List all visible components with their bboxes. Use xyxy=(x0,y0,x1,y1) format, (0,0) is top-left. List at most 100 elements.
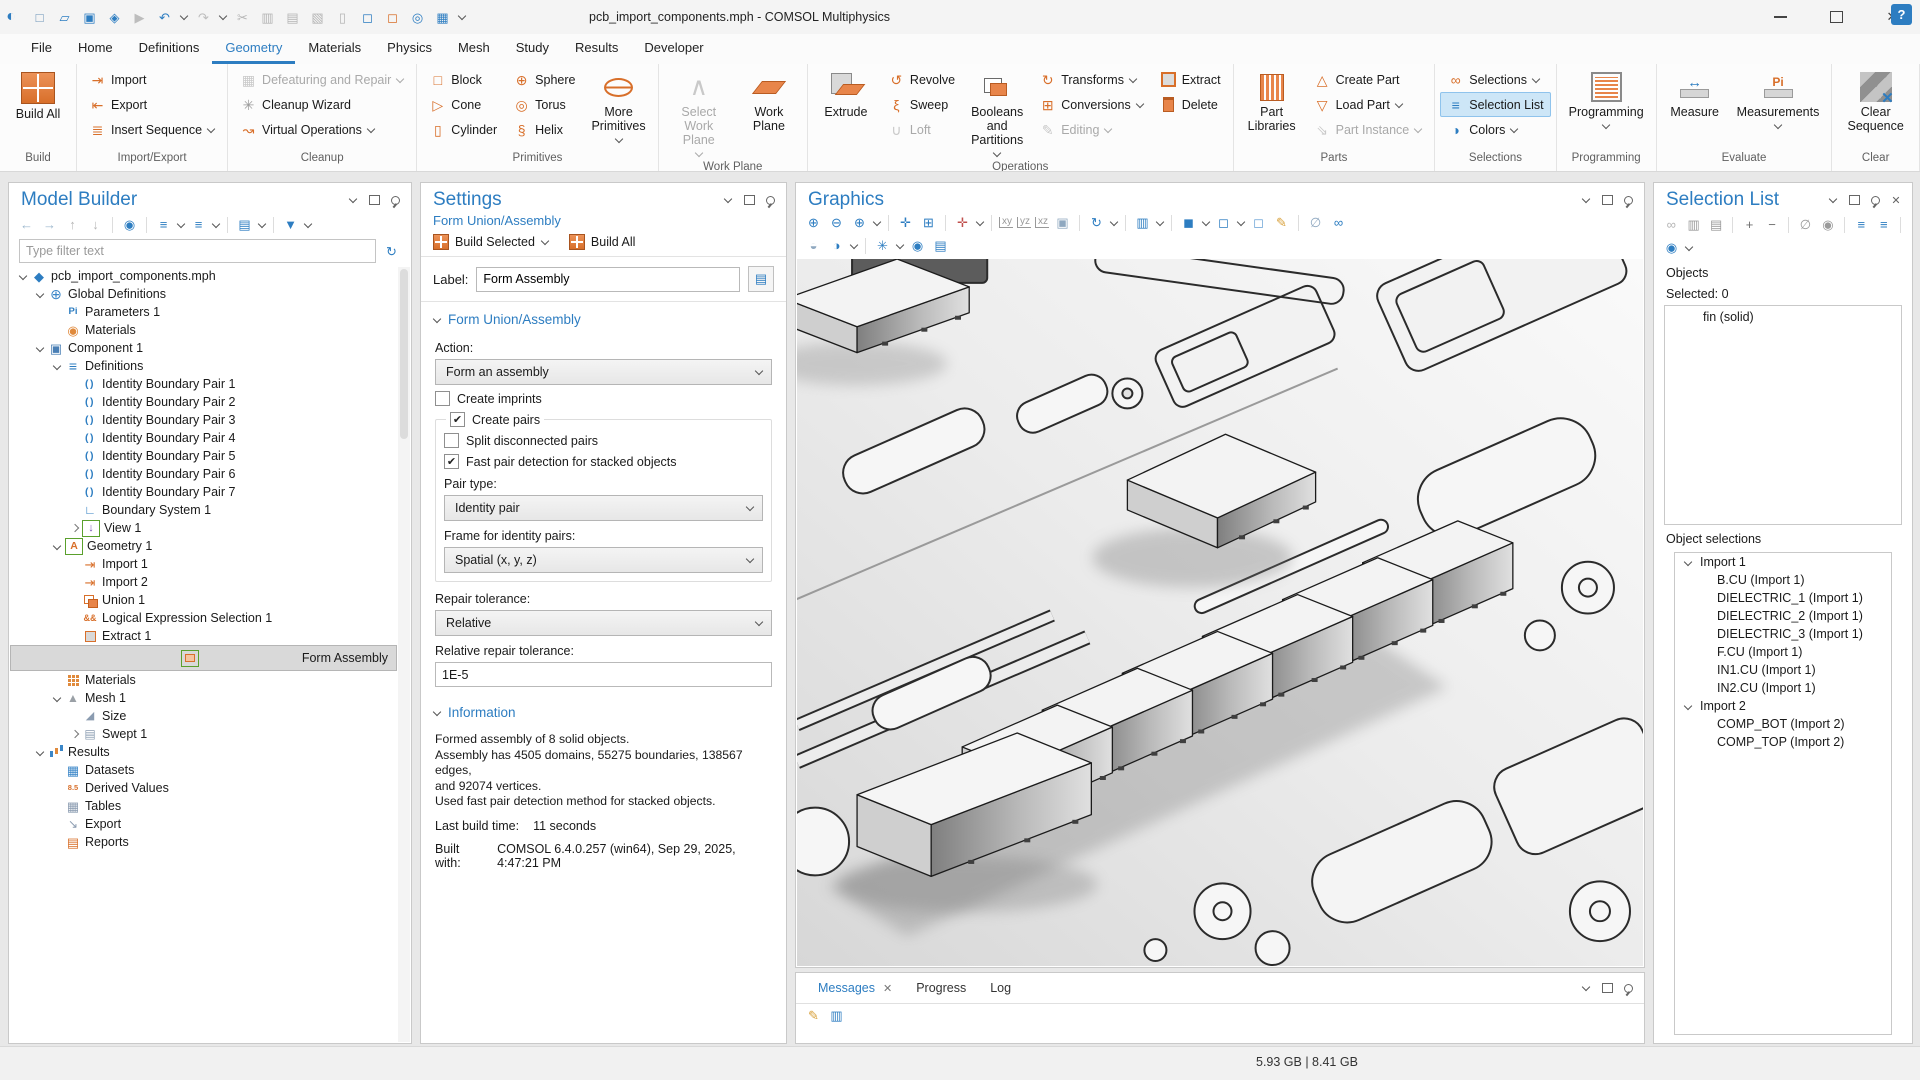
list-up-icon[interactable]: ≡ xyxy=(1852,215,1870,234)
tree-twisty-icon[interactable] xyxy=(35,343,46,354)
collapse-panel-icon[interactable] xyxy=(1580,194,1592,206)
link-icon[interactable]: ∞ xyxy=(1662,215,1680,234)
pin-panel-icon[interactable] xyxy=(764,194,776,206)
model-builder-scrollbar[interactable] xyxy=(398,267,410,1042)
chevron-down-icon[interactable] xyxy=(976,219,984,227)
duplicate-icon[interactable]: ▧ xyxy=(308,8,327,27)
maximize-button[interactable] xyxy=(1808,0,1864,34)
new-file-icon[interactable]: □ xyxy=(30,8,49,27)
editing-button[interactable]: ✎Editing xyxy=(1032,117,1150,142)
tree-item-identity-boundary-pair-7[interactable]: Identity Boundary Pair 7 xyxy=(10,483,397,501)
zoom-box-icon[interactable]: ⊕ xyxy=(850,213,869,232)
menu-tab-mesh[interactable]: Mesh xyxy=(445,34,503,64)
tab-messages[interactable]: Messages✕ xyxy=(806,973,904,1003)
chevron-down-icon[interactable] xyxy=(304,221,312,229)
sl-copy-icon[interactable]: ▥ xyxy=(1684,215,1702,234)
move-down-icon[interactable]: ↓ xyxy=(86,215,105,234)
tree-twisty-icon[interactable] xyxy=(69,729,80,740)
snapshot-icon[interactable]: ◉ xyxy=(908,236,927,255)
forward-icon[interactable]: → xyxy=(40,215,59,234)
view-xy-icon[interactable]: xy xyxy=(999,217,1013,228)
loft-button[interactable]: ∪Loft xyxy=(881,117,962,142)
select-frame-icon[interactable]: ◻ xyxy=(358,8,377,27)
build-selected-chevron-icon[interactable] xyxy=(541,238,549,246)
collapse-icon[interactable]: ≡ xyxy=(189,215,208,234)
tree-item-export[interactable]: Export xyxy=(10,815,397,833)
tree-item-identity-boundary-pair-1[interactable]: Identity Boundary Pair 1 xyxy=(10,375,397,393)
relative-repair-tolerance-input[interactable]: 1E-5 xyxy=(435,662,772,687)
tree-item-materials[interactable]: Materials xyxy=(10,671,397,689)
repair-tolerance-select[interactable]: Relative xyxy=(435,610,772,636)
tree-item-identity-boundary-pair-2[interactable]: Identity Boundary Pair 2 xyxy=(10,393,397,411)
defeaturing-and-repair-button[interactable]: ▦Defeaturing and Repair xyxy=(233,67,411,92)
print-icon[interactable]: ▤ xyxy=(931,236,950,255)
select-all-icon[interactable]: ◼ xyxy=(1179,213,1198,232)
tree-item-view-1[interactable]: View 1 xyxy=(10,519,397,537)
float-panel-icon[interactable] xyxy=(368,194,380,206)
delete-icon[interactable]: ▯ xyxy=(333,8,352,27)
tree-twisty-icon[interactable] xyxy=(52,693,63,704)
chevron-down-icon[interactable] xyxy=(1685,244,1693,252)
cut-icon[interactable]: ✂ xyxy=(233,8,252,27)
chevron-down-icon[interactable] xyxy=(1237,219,1245,227)
tree-item-union-1[interactable]: Union 1 xyxy=(10,591,397,609)
copy-icon[interactable]: ▥ xyxy=(258,8,277,27)
clear-message-icon[interactable]: ✎ xyxy=(804,1006,823,1025)
tree-item-component-1[interactable]: Component 1 xyxy=(10,339,397,357)
helix-button[interactable]: §Helix xyxy=(506,117,582,142)
select-brush-icon[interactable]: ✎ xyxy=(1272,213,1291,232)
tree-item-derived-values[interactable]: Derived Values xyxy=(10,779,397,797)
close-tab-icon[interactable]: ✕ xyxy=(883,982,892,995)
colors-button[interactable]: ◑Colors xyxy=(1440,117,1550,142)
section-information[interactable]: Information xyxy=(421,695,786,726)
tree-item-comp-top-import-2-[interactable]: COMP_TOP (Import 2) xyxy=(1675,733,1891,751)
tree-item-import-2[interactable]: Import 2 xyxy=(1675,697,1891,715)
part-instance-button[interactable]: ⇘Part Instance xyxy=(1307,117,1430,142)
split-disconnected-pairs-checkbox[interactable]: Split disconnected pairs xyxy=(444,433,763,448)
hide-eye-icon[interactable]: ∅ xyxy=(1796,215,1814,234)
list-down-icon[interactable]: ≡ xyxy=(1875,215,1893,234)
find-icon[interactable]: ◎ xyxy=(408,8,427,27)
virtual-operations-button[interactable]: ↝Virtual Operations xyxy=(233,117,411,142)
expand-icon[interactable]: ≡ xyxy=(154,215,173,234)
sl-paste-icon[interactable]: ▤ xyxy=(1707,215,1725,234)
programming-button[interactable]: Programming xyxy=(1562,67,1651,150)
redo-icon[interactable]: ↷ xyxy=(194,8,213,27)
float-panel-icon[interactable] xyxy=(1601,194,1613,206)
chevron-down-icon[interactable] xyxy=(458,13,466,21)
select-cursor-icon[interactable]: ◻ xyxy=(1249,213,1268,232)
tree-item-results[interactable]: Results xyxy=(10,743,397,761)
tree-twisty-icon[interactable] xyxy=(35,747,46,758)
chevron-down-icon[interactable] xyxy=(212,221,220,229)
label-edit-button[interactable]: ▤ xyxy=(748,266,774,292)
tree-item-identity-boundary-pair-5[interactable]: Identity Boundary Pair 5 xyxy=(10,447,397,465)
block-button[interactable]: □Block xyxy=(422,67,504,92)
tree-item-global-definitions[interactable]: Global Definitions xyxy=(10,285,397,303)
pair-type-select[interactable]: Identity pair xyxy=(444,495,763,521)
tree-item-geometry-1[interactable]: Geometry 1 xyxy=(10,537,397,555)
tree-item-import-1[interactable]: Import 1 xyxy=(1675,553,1891,571)
camera-view-icon[interactable]: ▣ xyxy=(1053,213,1072,232)
tree-item-form-assembly[interactable]: Form Assembly xyxy=(10,645,397,671)
measure-button[interactable]: Measure xyxy=(1662,67,1728,150)
collapse-panel-icon[interactable] xyxy=(347,194,359,206)
tree-item-definitions[interactable]: Definitions xyxy=(10,357,397,375)
menu-tab-definitions[interactable]: Definitions xyxy=(126,34,213,64)
torus-button[interactable]: ◎Torus xyxy=(506,92,582,117)
tree-item-dielectric-1-import-1-[interactable]: DIELECTRIC_1 (Import 1) xyxy=(1675,589,1891,607)
add-icon[interactable]: + xyxy=(1740,215,1758,234)
tab-progress[interactable]: Progress xyxy=(904,973,978,1003)
tree-item-materials[interactable]: Materials xyxy=(10,321,397,339)
open-icon[interactable]: ▱ xyxy=(55,8,74,27)
collapse-panel-icon[interactable] xyxy=(1580,982,1592,994)
pin-panel-icon[interactable] xyxy=(1622,194,1634,206)
booleans-and-partitions-button[interactable]: Booleans and Partitions xyxy=(964,67,1030,159)
filter-icon[interactable]: ▼ xyxy=(281,215,300,234)
menu-tab-results[interactable]: Results xyxy=(562,34,631,64)
tree-item-import-1[interactable]: Import 1 xyxy=(10,555,397,573)
back-icon[interactable]: ← xyxy=(17,215,36,234)
move-up-icon[interactable]: ↑ xyxy=(63,215,82,234)
zoom-in-icon[interactable]: ⊕ xyxy=(804,213,823,232)
pin-panel-icon[interactable] xyxy=(1622,982,1634,994)
close-panel-icon[interactable]: ✕ xyxy=(1890,194,1902,206)
